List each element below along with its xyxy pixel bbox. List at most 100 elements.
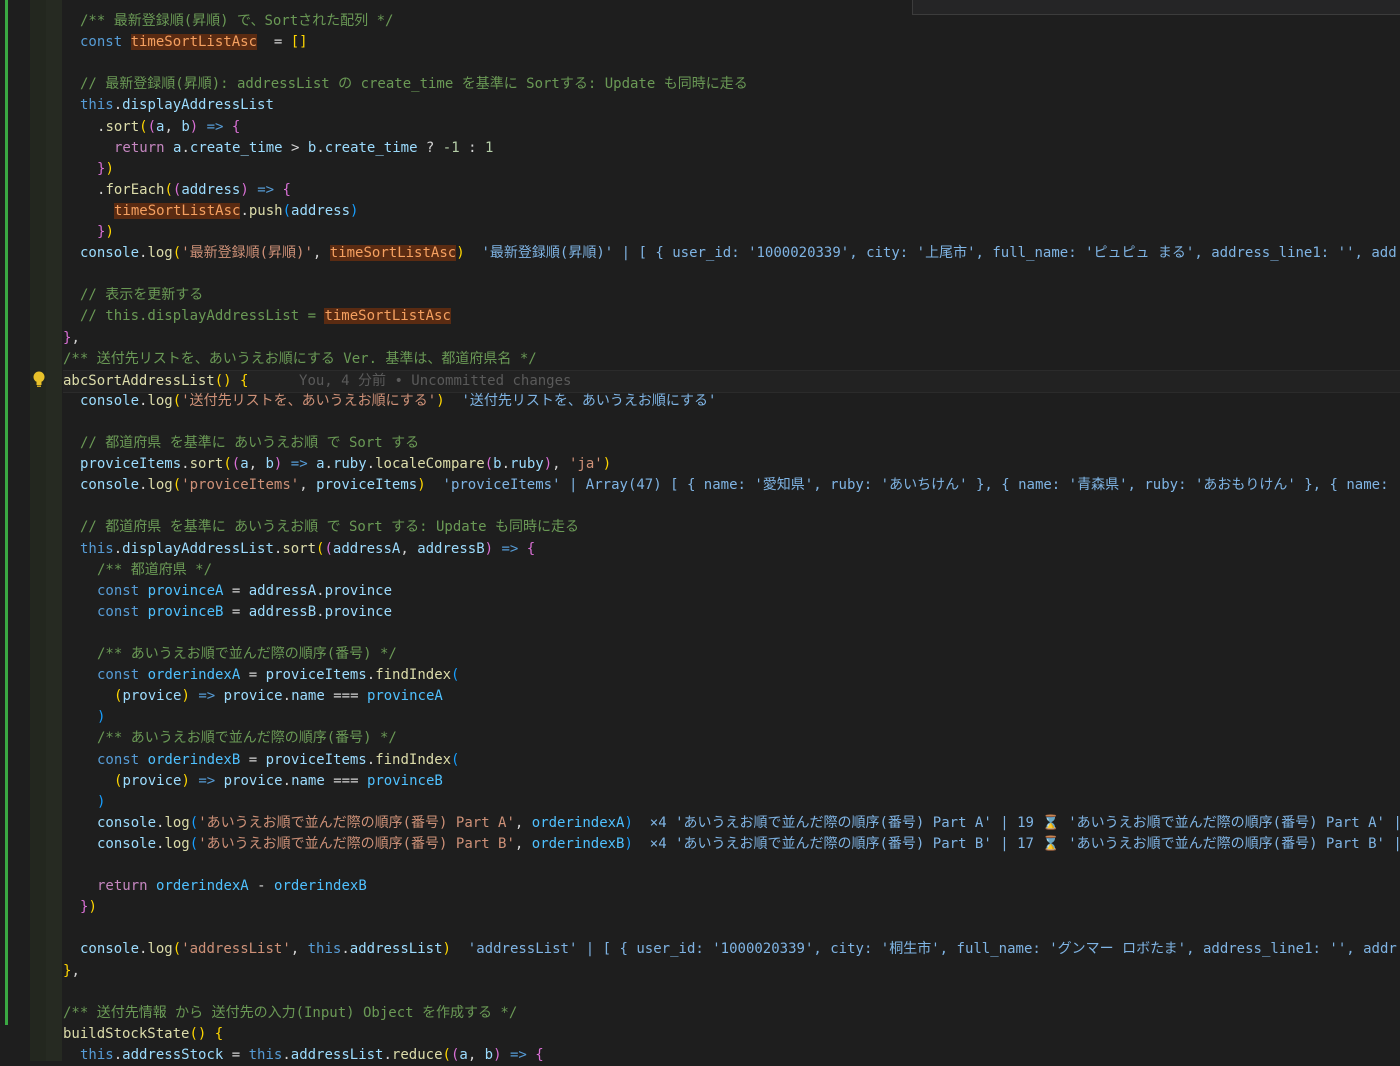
code-token: (): [189, 1025, 207, 1042]
code-token: .: [282, 772, 292, 789]
code-line[interactable]: [63, 982, 1400, 1003]
git-change-gutter: [5, 0, 8, 1025]
code-token: -: [248, 878, 275, 895]
code-token: proviceItems: [80, 456, 182, 473]
code-line[interactable]: // 表示を更新する: [63, 285, 1400, 306]
code-token: ): [484, 540, 494, 557]
code-line[interactable]: return orderindexA - orderindexB: [63, 876, 1400, 897]
code-line[interactable]: [63, 53, 1400, 74]
code-token: .: [316, 603, 325, 620]
code-line[interactable]: return a.create_time > b.create_time ? -…: [63, 138, 1400, 159]
code-line[interactable]: const provinceB = addressB.province: [63, 602, 1400, 623]
code-line[interactable]: (provice) => provice.name === provinceB: [63, 771, 1400, 792]
code-token: b: [265, 456, 274, 473]
lightbulb-icon[interactable]: [32, 370, 46, 390]
code-token: timeSortListAsc: [114, 202, 241, 219]
code-line[interactable]: this.displayAddressList.sort((addressA, …: [63, 539, 1400, 560]
code-line[interactable]: // 都道府県 を基準に あいうえお順 で Sort する: Update も同…: [63, 517, 1400, 538]
code-line[interactable]: /** あいうえお順で並んだ際の順序(番号) */: [63, 644, 1400, 665]
code-token: provice: [223, 688, 283, 705]
code-line[interactable]: },: [63, 961, 1400, 982]
code-line[interactable]: const timeSortListAsc = []: [63, 32, 1400, 53]
code-line[interactable]: const orderindexA = proviceItems.findInd…: [63, 665, 1400, 686]
code-line[interactable]: [63, 412, 1400, 433]
code-line[interactable]: /** 最新登録順(昇順) で、Sortされた配列 */: [63, 11, 1400, 32]
code-line[interactable]: [63, 496, 1400, 517]
code-token: .: [113, 1046, 123, 1063]
code-token: /** あいうえお順で並んだ際の順序(番号) */: [97, 730, 397, 747]
code-token: timeSortListAsc: [329, 245, 457, 262]
code-line[interactable]: }): [63, 897, 1400, 918]
code-token: 'proviceItems': [181, 477, 300, 494]
code-line[interactable]: this.displayAddressList: [63, 95, 1400, 116]
code-token: ): [189, 118, 199, 135]
code-line[interactable]: [63, 623, 1400, 644]
code-line[interactable]: timeSortListAsc.push(address): [63, 201, 1400, 222]
code-token: (: [139, 118, 148, 135]
code-line[interactable]: this.addressStock = this.addressList.red…: [63, 1045, 1400, 1066]
code-line[interactable]: // 最新登録順(昇順): addressList の create_time …: [63, 74, 1400, 95]
code-token: sort: [105, 118, 140, 135]
code-line[interactable]: ): [63, 792, 1400, 813]
code-line[interactable]: proviceItems.sort((a, b) => a.ruby.local…: [63, 454, 1400, 475]
code-token: .: [316, 582, 325, 599]
code-line[interactable]: }): [63, 222, 1400, 243]
code-line[interactable]: }): [63, 159, 1400, 180]
code-token: log: [147, 245, 173, 262]
code-token: (: [172, 245, 182, 262]
code-line[interactable]: console.log('proviceItems', proviceItems…: [63, 475, 1400, 496]
code-token: // 都道府県 を基準に あいうえお順 で Sort する: [80, 435, 420, 451]
code-line[interactable]: ): [63, 707, 1400, 728]
code-line[interactable]: [63, 855, 1400, 876]
code-line[interactable]: buildStockState() {: [63, 1024, 1400, 1045]
code-token: ): [105, 224, 114, 240]
code-line[interactable]: console.log('あいうえお順で並んだ際の順序(番号) Part A',…: [63, 813, 1400, 834]
code-token: (: [223, 456, 232, 473]
code-line[interactable]: /** 都道府県 */: [63, 560, 1400, 581]
code-line[interactable]: [63, 918, 1400, 939]
code-token: =>: [248, 181, 283, 198]
code-token: (: [324, 540, 333, 557]
code-token: address: [291, 202, 351, 219]
code-line[interactable]: [63, 264, 1400, 285]
code-token: {: [282, 181, 291, 198]
code-token: ): [181, 772, 190, 789]
code-line[interactable]: // this.displayAddressList = timeSortLis…: [63, 306, 1400, 327]
code-line[interactable]: console.log('addressList', this.addressL…: [63, 939, 1400, 960]
code-line[interactable]: abcSortAddressList() { You, 4 分前 • Uncom…: [63, 369, 1400, 393]
code-line[interactable]: const orderindexB = proviceItems.findInd…: [63, 750, 1400, 771]
code-token: .: [341, 941, 350, 958]
code-token: buildStockState: [63, 1025, 190, 1042]
code-token: =>: [493, 540, 527, 557]
code-token: create_time: [324, 139, 418, 156]
code-line[interactable]: console.log('最新登録順(昇順)', timeSortListAsc…: [63, 243, 1400, 264]
code-line[interactable]: (provice) => provice.name === provinceA: [63, 686, 1400, 707]
code-editor[interactable]: /** 最新登録順(昇順) で、Sortされた配列 */ const timeSo…: [0, 0, 1400, 1063]
code-line[interactable]: },: [63, 328, 1400, 349]
code-line[interactable]: .sort((a, b) => {: [63, 117, 1400, 138]
code-token: []: [290, 34, 308, 51]
code-token: ): [543, 456, 553, 473]
code-token: (): [214, 372, 232, 389]
code-token: /** あいうえお順で並んだ際の順序(番号) */: [97, 646, 397, 662]
code-token: ===: [324, 772, 367, 789]
code-line[interactable]: .forEach((address) => {: [63, 180, 1400, 201]
code-token: .: [501, 456, 510, 473]
code-token: console: [97, 835, 157, 852]
code-line[interactable]: /** あいうえお順で並んだ際の順序(番号) */: [63, 728, 1400, 749]
code-line[interactable]: // 都道府県 を基準に あいうえお順 で Sort する: [63, 433, 1400, 454]
code-line[interactable]: /** 送付先情報 から 送付先の入力(Input) Object を作成する …: [63, 1003, 1400, 1024]
code-token: ,: [514, 814, 532, 831]
code-token: const: [97, 751, 148, 768]
code-token: '送付先リストを、あいうえお順にする': [181, 392, 437, 409]
code-line[interactable]: console.log('あいうえお順で並んだ際の順序(番号) Part B',…: [63, 834, 1400, 855]
inline-log-hint: 'addressList' | [ { user_id: '1000020339…: [450, 941, 1397, 958]
code-token: ===: [324, 688, 367, 705]
code-token: .: [113, 540, 123, 557]
code-line[interactable]: const provinceA = addressA.province: [63, 581, 1400, 602]
code-token: addressA: [248, 582, 317, 599]
code-token: .: [366, 667, 376, 684]
code-token: timeSortListAsc: [324, 308, 451, 325]
code-line[interactable]: console.log('送付先リストを、あいうえお順にする') '送付先リスト…: [63, 391, 1400, 412]
code-line[interactable]: /** 送付先リストを、あいうえお順にする Ver. 基準は、都道府県名 */: [63, 349, 1400, 370]
